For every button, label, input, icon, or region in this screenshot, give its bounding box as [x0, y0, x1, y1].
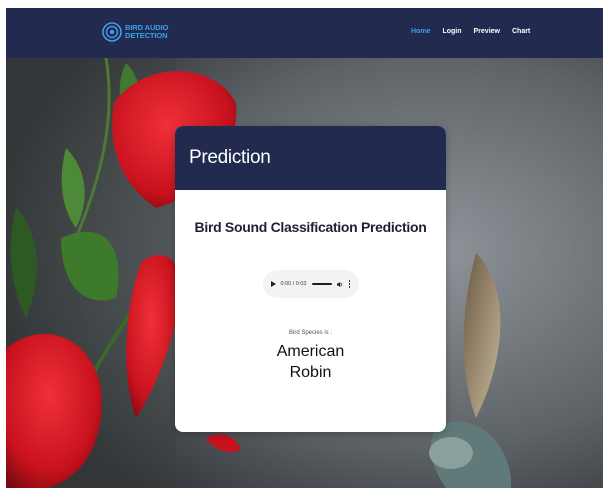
volume-icon[interactable]	[337, 281, 344, 288]
nav-links: Home Login Preview Chart	[411, 28, 530, 35]
play-icon[interactable]	[270, 281, 276, 287]
audio-time: 0:00 / 0:03	[280, 281, 307, 287]
nav-link-chart[interactable]: Chart	[512, 28, 530, 35]
brand-name: BIRD AUDIO DETECTION	[125, 23, 168, 41]
nav-link-home[interactable]: Home	[411, 28, 430, 35]
nav-link-login[interactable]: Login	[442, 28, 461, 35]
top-navbar: BIRD AUDIO DETECTION Home Login Preview …	[6, 8, 603, 58]
audio-progress-bar[interactable]	[311, 283, 333, 285]
species-result-line-2: Robin	[289, 364, 332, 381]
app-frame: BIRD AUDIO DETECTION Home Login Preview …	[6, 8, 603, 488]
sound-wave-logo-icon	[102, 22, 122, 42]
card-title: Prediction	[189, 147, 271, 168]
card-header: Prediction	[175, 126, 446, 190]
species-result: American Robin	[175, 341, 446, 383]
brand-logo[interactable]: BIRD AUDIO DETECTION	[102, 22, 168, 42]
more-options-icon[interactable]	[348, 280, 351, 288]
prediction-card: Prediction Bird Sound Classification Pre…	[175, 126, 446, 432]
card-body: Bird Sound Classification Prediction 0:0…	[175, 219, 446, 383]
nav-link-preview[interactable]: Preview	[474, 28, 500, 35]
species-result-line-1: American	[276, 343, 345, 360]
audio-player[interactable]: 0:00 / 0:03	[262, 270, 359, 298]
page-subtitle: Bird Sound Classification Prediction	[194, 219, 427, 235]
species-label: Bird Species is :	[288, 330, 333, 336]
brand-line-2: DETECTION	[125, 31, 168, 40]
